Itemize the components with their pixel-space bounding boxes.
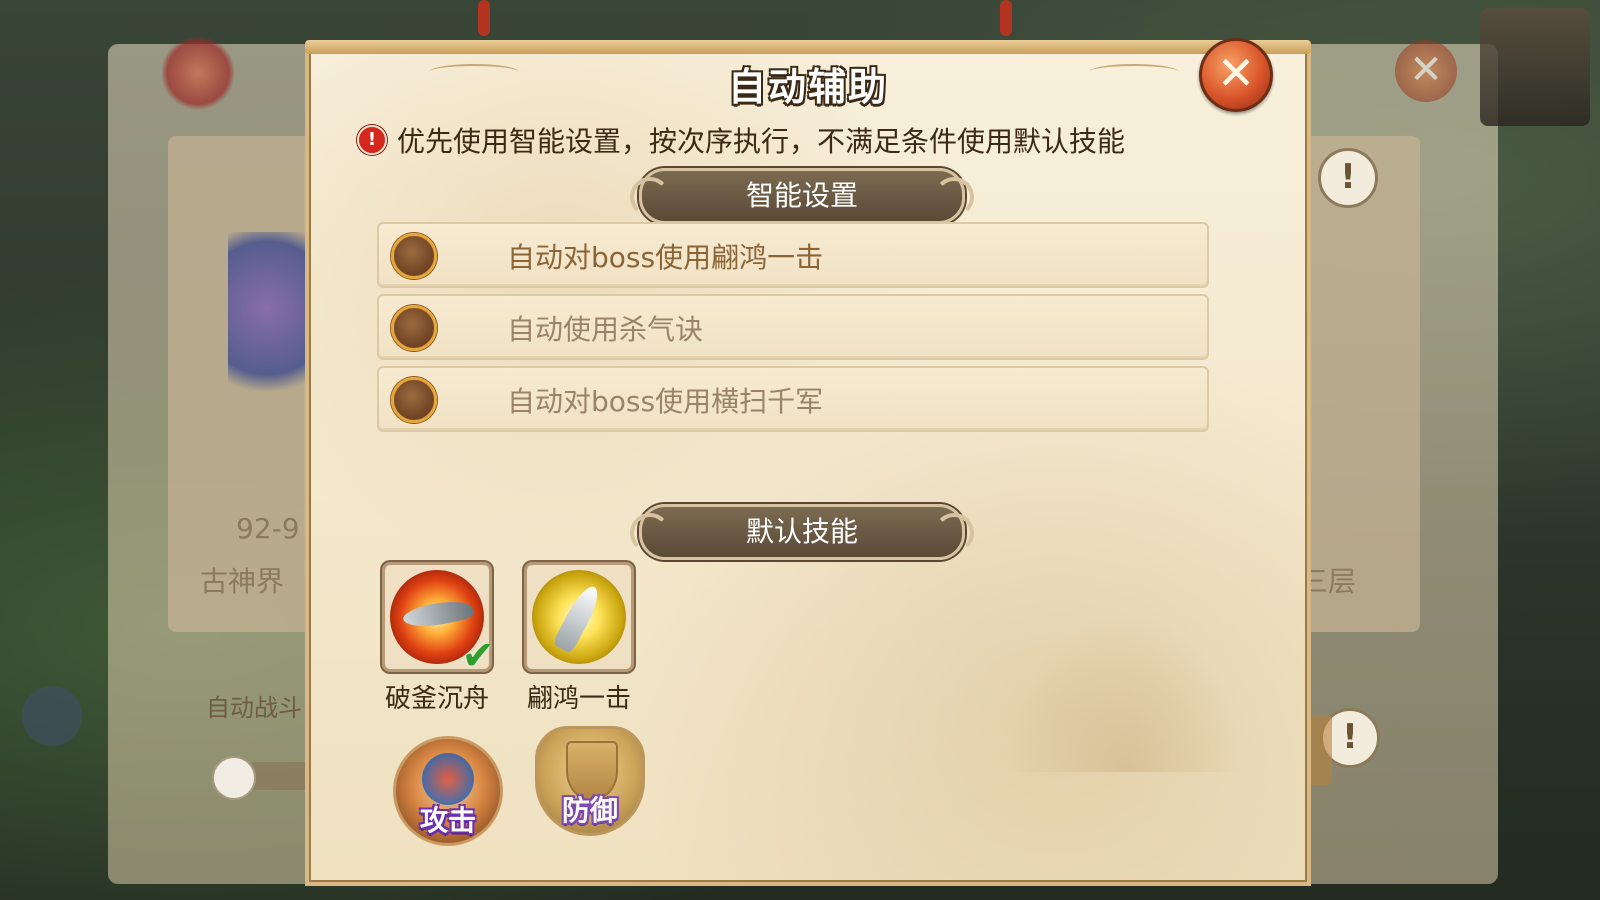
warning-icon: !	[357, 125, 387, 155]
auto-assist-dialog: 自动辅助 ✕ ! 优先使用智能设置，按次序执行，不满足条件使用默认技能 智能设置…	[305, 38, 1311, 886]
background-level-text: 92-9	[236, 512, 300, 545]
option-row[interactable]: 自动对boss使用翩鸿一击	[377, 222, 1209, 288]
radio-button[interactable]	[391, 305, 437, 351]
check-icon: ✔	[461, 633, 495, 679]
dialog-title: 自动辅助	[727, 65, 888, 109]
auto-battle-slider-knob[interactable]	[212, 756, 256, 800]
skill-slot[interactable]: ✔ 破釜沉舟	[381, 562, 495, 715]
emblem-icon	[162, 36, 234, 110]
skill-frame[interactable]	[524, 562, 634, 672]
chat-icon[interactable]	[22, 686, 82, 746]
info-icon[interactable]: !	[1318, 148, 1378, 208]
radio-button[interactable]	[391, 377, 437, 423]
notice-line: ! 优先使用智能设置，按次序执行，不满足条件使用默认技能	[357, 120, 1125, 160]
avatar[interactable]	[1480, 8, 1590, 126]
background-map-text: 古神界	[200, 565, 285, 598]
option-row[interactable]: 自动对boss使用横扫千军	[377, 366, 1209, 432]
option-row[interactable]: 自动使用杀气诀	[377, 294, 1209, 360]
rope-decoration	[478, 0, 490, 36]
skill-slot[interactable]: 翩鸿一击	[523, 562, 635, 715]
radio-button[interactable]	[391, 233, 437, 279]
default-skills-header: 默认技能	[630, 504, 974, 560]
skill-frame[interactable]: ✔	[382, 562, 495, 679]
hero-figure	[228, 232, 306, 422]
background-close-icon[interactable]: ✕	[1395, 40, 1457, 102]
option-label: 自动对boss使用翩鸿一击	[507, 241, 824, 274]
attack-icon	[422, 753, 474, 805]
skill-name: 翩鸿一击	[526, 684, 631, 714]
close-x-icon: ✕	[1216, 46, 1256, 100]
skill-name: 破釜沉舟	[384, 684, 489, 714]
attack-label: 攻击	[419, 804, 476, 837]
smart-settings-options: 自动对boss使用翩鸿一击 自动使用杀气诀 自动对boss使用横扫千军	[377, 222, 1209, 438]
auto-battle-slider-track[interactable]	[250, 762, 310, 790]
lightning-blade-skill-icon	[532, 570, 626, 664]
defend-label: 防御	[561, 794, 618, 827]
rope-decoration	[1000, 0, 1012, 36]
auto-battle-label: 自动战斗	[206, 694, 302, 722]
dialog-top-bar	[305, 40, 1311, 54]
notice-text: 优先使用智能设置，按次序执行，不满足条件使用默认技能	[397, 125, 1126, 158]
defend-button[interactable]: 防御	[535, 726, 645, 836]
option-label: 自动对boss使用横扫千军	[507, 385, 824, 418]
attack-button[interactable]: 攻击	[393, 736, 503, 846]
smart-settings-header: 智能设置	[630, 168, 974, 224]
option-label: 自动使用杀气诀	[507, 313, 704, 346]
close-button[interactable]: ✕	[1199, 38, 1273, 112]
mountain-illustration	[1007, 612, 1247, 772]
